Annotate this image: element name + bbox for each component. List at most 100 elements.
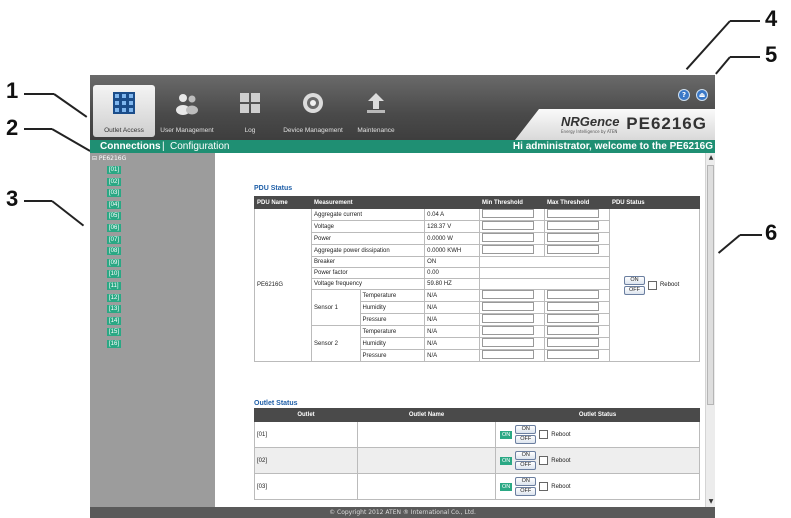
tab-configuration[interactable]: Configuration <box>170 140 229 153</box>
outlet-off-button[interactable]: OFF <box>515 487 537 496</box>
threshold-input[interactable] <box>481 302 534 311</box>
measurement-label: Voltage <box>310 220 426 233</box>
min-threshold-cell[interactable] <box>478 313 545 326</box>
sidebar-item-port[interactable]: [02] <box>107 177 122 186</box>
sidebar-item-port[interactable]: [06] <box>107 224 122 232</box>
threshold-input[interactable] <box>481 233 534 242</box>
outlet-on-button[interactable]: ON <box>515 477 537 486</box>
measurement-value: 0.0000 W <box>424 232 480 245</box>
sidebar-item-port[interactable]: [14] <box>107 316 122 325</box>
threshold-input[interactable] <box>546 350 599 359</box>
nav-log[interactable]: Log <box>219 85 281 137</box>
scroll-up-arrow-icon[interactable]: ▲ <box>707 154 715 162</box>
min-threshold-cell[interactable] <box>478 337 545 350</box>
sidebar-item-port[interactable]: [07] <box>107 235 122 244</box>
outlet-on-off-group: ON OFF <box>515 477 537 496</box>
threshold-input[interactable] <box>481 245 534 254</box>
threshold-input[interactable] <box>481 290 534 299</box>
outlet-status-cell: ON ON OFF Reboot <box>495 421 700 448</box>
threshold-input[interactable] <box>546 221 599 230</box>
outlet-row: [02] ON ON OFF Reboot <box>254 447 700 474</box>
min-threshold-cell[interactable] <box>478 244 545 257</box>
max-threshold-cell[interactable] <box>543 337 610 350</box>
sidebar-item-port[interactable]: [10] <box>107 270 122 279</box>
threshold-input[interactable] <box>481 338 534 347</box>
callout-6-line <box>740 234 762 236</box>
max-threshold-cell[interactable] <box>543 301 610 314</box>
pdu-reboot-checkbox[interactable] <box>647 280 657 290</box>
outlet-on-button[interactable]: ON <box>515 451 537 460</box>
threshold-input[interactable] <box>546 338 599 347</box>
max-threshold-cell[interactable] <box>543 208 610 221</box>
sidebar-item-port[interactable]: [12] <box>107 293 122 302</box>
vertical-scrollbar[interactable]: ▲ ▼ <box>705 153 715 507</box>
logout-button[interactable]: ⏏ <box>696 89 708 101</box>
nav-user-management[interactable]: User Management <box>156 85 218 137</box>
min-threshold-cell[interactable] <box>478 289 545 302</box>
tab-connections[interactable]: Connections <box>100 140 161 153</box>
outlet-row: [03] ON ON OFF Reboot <box>254 473 700 500</box>
sidebar-item-port[interactable]: [01] <box>107 166 122 174</box>
min-threshold-cell[interactable] <box>478 301 545 314</box>
sidebar-item-port[interactable]: [04] <box>107 200 122 209</box>
threshold-input[interactable] <box>481 350 534 359</box>
sidebar-item-port[interactable]: [13] <box>107 305 122 314</box>
threshold-input[interactable] <box>546 314 599 323</box>
measurement-label: Aggregate current <box>310 208 426 221</box>
max-threshold-cell[interactable] <box>543 325 610 338</box>
outlet-off-button[interactable]: OFF <box>515 435 537 444</box>
sidebar-item-port[interactable]: [09] <box>107 258 122 267</box>
min-threshold-cell[interactable] <box>478 349 545 362</box>
sidebar-item-port[interactable]: [11] <box>107 282 121 290</box>
nav-outlet-access[interactable]: Outlet Access <box>93 85 155 137</box>
main-content: PDU Status PDU Name Measurement Min Thre… <box>215 153 705 507</box>
max-threshold-cell[interactable] <box>543 244 610 257</box>
outlet-on-button[interactable]: ON <box>515 425 537 434</box>
threshold-input[interactable] <box>546 326 599 335</box>
sensor-measure-value: N/A <box>424 337 480 350</box>
sensor-measure-label: Pressure <box>359 349 426 362</box>
pdu-on-button[interactable]: ON <box>623 275 645 285</box>
max-threshold-cell[interactable] <box>543 289 610 302</box>
threshold-input[interactable] <box>481 221 534 230</box>
sidebar-item-port[interactable]: [05] <box>107 212 122 221</box>
max-threshold-cell[interactable] <box>543 232 610 245</box>
outlet-reboot-checkbox[interactable] <box>539 430 549 439</box>
sidebar-item-port[interactable]: [03] <box>107 189 122 198</box>
max-threshold-cell[interactable] <box>543 313 610 326</box>
measurement-value: 0.00 <box>424 267 480 279</box>
threshold-input[interactable] <box>546 290 599 299</box>
max-threshold-cell[interactable] <box>543 220 610 233</box>
outlet-id: [02] <box>254 447 358 474</box>
measurement-value: ON <box>424 256 480 268</box>
sidebar-item-port[interactable]: [15] <box>107 328 122 337</box>
threshold-input[interactable] <box>481 209 534 218</box>
sidebar-item-port[interactable]: [16] <box>107 340 122 348</box>
nav-maintenance[interactable]: Maintenance <box>345 85 407 137</box>
sidebar-item-port[interactable]: [08] <box>107 247 122 256</box>
outlet-reboot-checkbox[interactable] <box>539 482 549 491</box>
threshold-input[interactable] <box>546 209 599 218</box>
max-threshold-cell[interactable] <box>543 349 610 362</box>
threshold-input[interactable] <box>481 314 534 323</box>
brand-tagline: Energy Intelligence by ATEN <box>561 129 618 134</box>
pdu-off-button[interactable]: OFF <box>623 285 645 295</box>
min-threshold-cell[interactable] <box>478 232 545 245</box>
scrollbar-thumb[interactable] <box>707 165 714 405</box>
outlet-reboot-checkbox[interactable] <box>539 456 549 465</box>
help-button[interactable]: ? <box>678 89 690 101</box>
threshold-input[interactable] <box>546 233 599 242</box>
threshold-empty <box>478 278 610 290</box>
threshold-input[interactable] <box>546 302 599 311</box>
outlet-off-button[interactable]: OFF <box>515 461 537 470</box>
min-threshold-cell[interactable] <box>478 220 545 233</box>
nav-device-management[interactable]: Device Management <box>282 85 344 137</box>
threshold-input[interactable] <box>546 245 599 254</box>
min-threshold-cell[interactable] <box>478 325 545 338</box>
threshold-input[interactable] <box>481 326 534 335</box>
sidebar-root-pdu[interactable]: ⊟ PE6216G <box>92 155 126 162</box>
min-threshold-cell[interactable] <box>478 208 545 221</box>
scroll-down-arrow-icon[interactable]: ▼ <box>707 498 715 506</box>
outlet-name <box>357 447 496 474</box>
threshold-empty <box>478 267 610 279</box>
